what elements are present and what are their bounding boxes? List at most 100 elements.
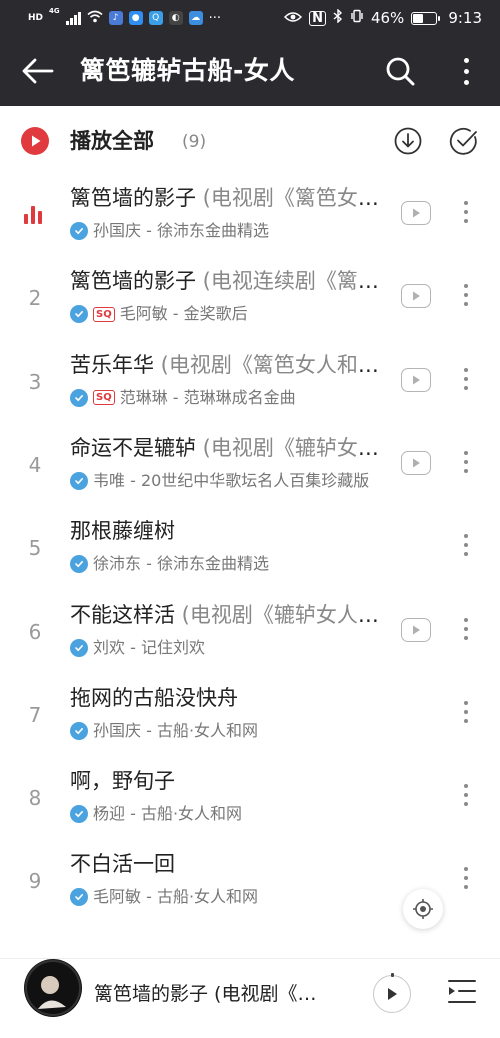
song-meta: 刘欢 - 记住刘欢 <box>70 637 388 659</box>
song-index: 7 <box>28 702 42 727</box>
check-circle-icon <box>449 127 477 155</box>
song-row[interactable]: 6 不能这样活 (电视剧《辘轳女人和井》主题曲) 刘欢 - 记住刘欢 <box>0 593 500 676</box>
back-button[interactable] <box>20 54 56 88</box>
song-meta: 杨迎 - 古船·女人和网 <box>70 803 388 825</box>
mv-button[interactable] <box>401 201 431 225</box>
download-button[interactable] <box>393 126 423 156</box>
play-icon <box>388 988 397 1000</box>
verified-icon <box>70 555 88 574</box>
search-icon <box>386 57 415 86</box>
mv-button[interactable] <box>401 284 431 309</box>
hd-indicator: HD <box>28 12 44 23</box>
play-all-label[interactable]: 播放全部 <box>70 125 154 157</box>
song-title-line: 篱笆墙的影子 (电视剧《篱笆女人和狗》主题曲) <box>70 182 382 214</box>
song-subtitle: (电视连续剧《篱笆女人和狗》主题曲) <box>202 269 382 294</box>
song-more-button[interactable] <box>457 862 475 894</box>
song-meta: 孙国庆 - 徐沛东金曲精选 <box>70 220 388 242</box>
song-more-button[interactable] <box>457 779 475 811</box>
song-index: 4 <box>28 452 42 477</box>
more-options-button[interactable] <box>452 52 480 90</box>
more-notifications: ··· <box>208 10 222 26</box>
song-subtitle: (电视剧《篱笆女人和狗》主题曲) <box>202 186 382 210</box>
song-title: 不白活一回 <box>70 852 175 877</box>
title-bar: 篱笆辘轳古船-女人 <box>0 36 500 106</box>
verified-icon <box>70 388 88 407</box>
bulb-icon: ● <box>128 11 143 25</box>
eye-icon <box>284 9 303 27</box>
song-artist-album: 徐沛东 - 徐沛东金曲精选 <box>93 554 269 574</box>
song-title-line: 篱笆墙的影子 (电视连续剧《篱笆女人和狗》主题曲) <box>70 265 382 297</box>
play-all-icon[interactable] <box>21 127 49 159</box>
now-playing-title[interactable]: 篱笆墙的影子 (电视剧《篱笆女人和狗》主题曲) <box>94 980 324 1008</box>
bluetooth-icon <box>333 8 343 27</box>
song-row[interactable]: 8 啊，野旬子 杨迎 - 古船·女人和网 <box>0 759 500 842</box>
song-artist-album: 毛阿敏 - 古船·女人和网 <box>93 887 259 907</box>
wifi-icon <box>87 9 103 27</box>
arrow-left-icon <box>22 58 54 84</box>
wechat-icon: ◐ <box>168 11 183 25</box>
song-more-button[interactable] <box>457 196 475 228</box>
video-play-icon <box>413 375 420 385</box>
song-title: 苦乐年华 <box>70 352 154 377</box>
song-meta: SQ 毛阿敏 - 金奖歌后 <box>70 303 388 325</box>
download-icon <box>394 127 422 155</box>
song-artist-album: 孙国庆 - 古船·女人和网 <box>93 720 259 740</box>
verified-icon <box>70 222 88 240</box>
song-index: 2 <box>28 286 42 311</box>
sq-badge: SQ <box>93 306 115 322</box>
locate-icon <box>413 899 433 919</box>
song-row[interactable]: 5 那根藤缠树 徐沛东 - 徐沛东金曲精选 <box>0 509 500 592</box>
song-more-button[interactable] <box>457 446 475 478</box>
status-bar: HD 4G ♪ ● Q ◐ ☁ ··· N 46% 9:13 <box>0 0 500 36</box>
album-art[interactable] <box>24 959 82 1017</box>
song-more-button[interactable] <box>457 613 475 645</box>
song-meta: 孙国庆 - 古船·女人和网 <box>70 720 388 742</box>
verified-icon <box>70 471 88 490</box>
song-meta: 徐沛东 - 徐沛东金曲精选 <box>70 553 388 575</box>
song-more-button[interactable] <box>457 279 475 311</box>
song-subtitle: (电视剧《篱笆女人和狗》插曲) <box>160 352 382 377</box>
player-play-button[interactable] <box>373 973 411 1013</box>
song-more-button[interactable] <box>457 529 475 561</box>
song-more-button[interactable] <box>457 696 475 728</box>
mv-button[interactable] <box>401 367 431 392</box>
multi-select-button[interactable] <box>449 126 479 156</box>
song-index: 6 <box>28 619 42 644</box>
nfc-icon: N <box>309 10 326 26</box>
song-artist-album: 范琳琳 - 范琳琳成名金曲 <box>119 387 296 407</box>
song-artist-album: 毛阿敏 - 金奖歌后 <box>119 304 248 324</box>
song-index: 3 <box>28 369 42 394</box>
song-row[interactable]: 篱笆墙的影子 (电视剧《篱笆女人和狗》主题曲) 孙国庆 - 徐沛东金曲精选 <box>0 176 500 259</box>
mv-button[interactable] <box>401 617 431 642</box>
verified-icon <box>70 888 88 907</box>
cloud-icon: ☁ <box>188 11 203 25</box>
song-artist-album: 刘欢 - 记住刘欢 <box>93 637 205 657</box>
song-title-line: 拖网的古船没快舟 <box>70 682 382 714</box>
song-row[interactable]: 2 篱笆墙的影子 (电视连续剧《篱笆女人和狗》主题曲) SQ毛阿敏 - 金奖歌后 <box>0 259 500 342</box>
song-title: 命运不是辘轳 <box>70 435 196 460</box>
sq-badge: SQ <box>93 390 115 406</box>
song-subtitle: (电视剧《辘轳女人和井》主题曲) <box>202 435 382 460</box>
playlist-button[interactable] <box>447 978 477 1006</box>
battery-percent: 46% <box>370 9 405 27</box>
signal-icon <box>65 11 81 25</box>
search-app-icon: Q <box>148 11 163 25</box>
clock: 9:13 <box>448 9 482 27</box>
song-artist-album: 孙国庆 - 徐沛东金曲精选 <box>93 221 269 240</box>
song-more-button[interactable] <box>457 363 475 395</box>
search-button[interactable] <box>383 54 417 88</box>
mv-button[interactable] <box>401 450 431 475</box>
song-row[interactable]: 3 苦乐年华 (电视剧《篱笆女人和狗》插曲) SQ范琳琳 - 范琳琳成名金曲 <box>0 343 500 426</box>
song-row[interactable]: 7 拖网的古船没快舟孙国庆 - 古船·女人和网 <box>0 676 500 759</box>
verified-icon <box>70 305 88 324</box>
song-title-line: 命运不是辘轳 (电视剧《辘轳女人和井》主题曲) <box>70 432 382 464</box>
app-store-icon: ♪ <box>108 11 123 25</box>
locate-current-button[interactable] <box>403 889 443 929</box>
song-subtitle: (电视剧《辘轳女人和井》主题曲) <box>181 602 382 627</box>
song-row[interactable]: 4 命运不是辘轳 (电视剧《辘轳女人和井》主题曲) 韦唯 - 20世纪中华歌坛名人百… <box>0 426 500 509</box>
video-play-icon <box>413 458 420 468</box>
song-count: (9) <box>182 132 207 152</box>
song-title-line: 苦乐年华 (电视剧《篱笆女人和狗》插曲) <box>70 349 382 381</box>
song-index: 8 <box>28 786 42 811</box>
video-play-icon <box>413 208 420 218</box>
